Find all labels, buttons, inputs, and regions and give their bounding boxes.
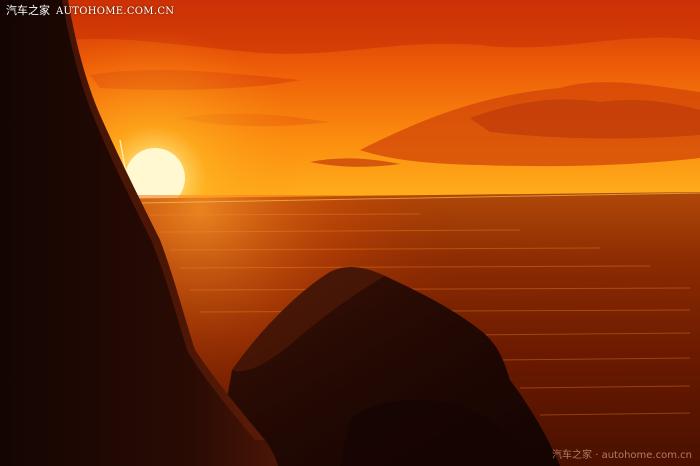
watermark-bottom: 汽车之家 · autohome.com.cn xyxy=(552,450,692,461)
watermark-brand-en: AUTOHOME.COM.CN xyxy=(56,6,175,17)
sunset-scene xyxy=(0,0,700,466)
sunset-photo: 汽车之家 AUTOHOME.COM.CN 汽车之家 · autohome.com.… xyxy=(0,0,700,466)
watermark-top: 汽车之家 AUTOHOME.COM.CN xyxy=(6,4,174,19)
watermark-brand-cn: 汽车之家 xyxy=(6,4,50,17)
